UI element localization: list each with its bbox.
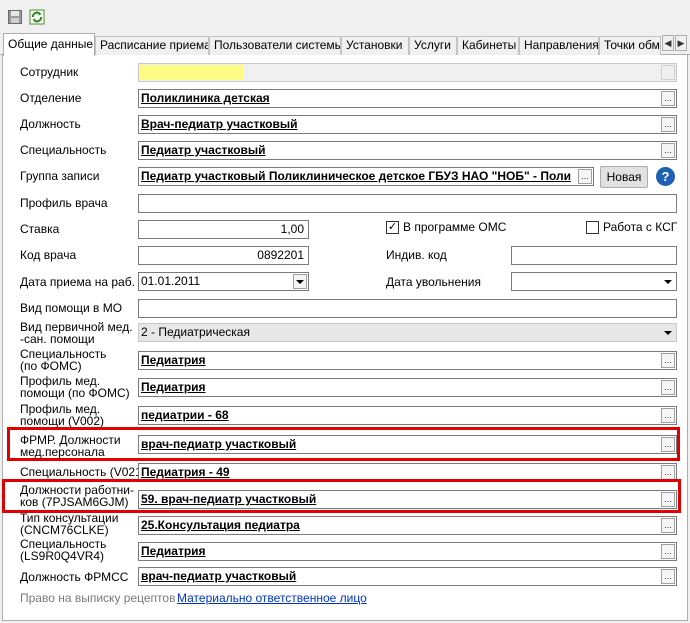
doctor-code-field[interactable]: 0892201 [138, 246, 309, 265]
tab-strip: Общие данные Расписание приема Пользоват… [0, 33, 690, 56]
dismiss-date-label: Дата увольнения [386, 275, 481, 289]
specialty-ellipsis-button[interactable]: ... [661, 143, 675, 158]
spec-foms-label-line2: (по ФОМС) [20, 359, 82, 373]
hire-date-label: Дата приема на раб. [20, 275, 135, 289]
profile-label: Профиль врача [20, 196, 108, 210]
profile-field[interactable] [138, 194, 677, 213]
toolbar [0, 0, 690, 32]
group-label: Группа записи [20, 169, 100, 183]
responsible-person-link[interactable]: Материально ответственное лицо [177, 591, 367, 605]
tab-users[interactable]: Пользователи системы [209, 36, 341, 55]
employee-label: Сотрудник [20, 65, 79, 79]
employee-ellipsis-button [661, 65, 675, 80]
tab-cabinets[interactable]: Кабинеты [457, 36, 519, 55]
ksg-label: Работа с КСГ [603, 220, 678, 234]
tab-settings[interactable]: Установки [341, 36, 409, 55]
spec-ls-label-line2: (LS9R0Q4VR4) [20, 549, 105, 563]
consult-field[interactable]: 25.Консультация педиатра ... [138, 516, 677, 535]
dismiss-date-dropdown-icon[interactable] [661, 274, 675, 289]
frmss-field[interactable]: врач-педиатр участковый ... [138, 567, 677, 586]
hire-date-dropdown-icon[interactable] [293, 274, 307, 289]
help-type-field[interactable] [138, 299, 677, 318]
group-field[interactable]: Педиатр участковый Поликлиническое детск… [138, 167, 594, 186]
department-label: Отделение [20, 91, 82, 105]
department-ellipsis-button[interactable]: ... [661, 91, 675, 106]
profile-v002-field[interactable]: педиатрии - 68 ... [138, 406, 677, 425]
help-type-label: Вид помощи в МО [20, 301, 123, 315]
spec-v021-ellipsis-button[interactable]: ... [661, 465, 675, 480]
highlight-mark [140, 65, 243, 80]
indiv-code-label: Индив. код [386, 248, 447, 262]
consult-label-line2: (CNCM76CLKE) [20, 523, 109, 537]
spec-foms-ellipsis-button[interactable]: ... [661, 353, 675, 368]
position-field[interactable]: Врач-педиатр участковый ... [138, 115, 677, 134]
profile-v002-ellipsis-button[interactable]: ... [661, 408, 675, 423]
spec-ls-ellipsis-button[interactable]: ... [661, 544, 675, 559]
highlight-box-frmr [7, 427, 680, 461]
position-label: Должность [20, 117, 81, 131]
hire-date-field[interactable]: 01.01.2011 [138, 272, 309, 291]
dismiss-date-field[interactable] [511, 272, 677, 291]
employee-field [138, 63, 677, 82]
oms-label: В программе ОМС [403, 220, 507, 234]
primary-care-chevron-down-icon[interactable] [661, 325, 675, 340]
frmss-ellipsis-button[interactable]: ... [661, 569, 675, 584]
oms-checkbox[interactable]: ✓ [386, 221, 399, 234]
primary-care-label-line2: -сан. помощи [20, 332, 95, 346]
tab-services[interactable]: Услуги [409, 36, 457, 55]
ksg-checkbox[interactable] [586, 221, 599, 234]
tab-exchange-points[interactable]: Точки обмє [599, 36, 661, 55]
profile-foms-ellipsis-button[interactable]: ... [661, 380, 675, 395]
tab-scroll-right-icon[interactable]: ▶ [675, 35, 687, 51]
prescription-right-label: Право на выписку рецептов [20, 591, 176, 605]
tab-general[interactable]: Общие данные [3, 33, 95, 56]
group-ellipsis-button[interactable]: ... [578, 169, 592, 184]
help-icon[interactable]: ? [656, 167, 675, 186]
rate-field[interactable]: 1,00 [138, 220, 309, 239]
tab-referrals[interactable]: Направления [519, 36, 599, 55]
profile-foms-label-line2: помощи (по ФОМС) [20, 386, 130, 400]
tab-scroll-left-icon[interactable]: ◀ [662, 35, 674, 51]
department-field[interactable]: Поликлиника детская ... [138, 89, 677, 108]
specialty-field[interactable]: Педиатр участковый ... [138, 141, 677, 160]
spec-foms-field[interactable]: Педиатрия ... [138, 351, 677, 370]
profile-foms-field[interactable]: Педиатрия ... [138, 378, 677, 397]
floppy-disk-icon[interactable] [6, 8, 24, 26]
specialty-label: Специальность [20, 143, 107, 157]
spec-v021-label: Специальность (V021) [20, 465, 146, 479]
primary-care-select[interactable]: 2 - Педиатрическая [138, 323, 677, 342]
highlight-box-workers [2, 479, 681, 513]
tab-schedule[interactable]: Расписание приема [95, 36, 209, 55]
rate-label: Ставка [20, 222, 60, 236]
indiv-code-field[interactable] [511, 246, 677, 265]
frmss-label: Должность ФРМСС [20, 570, 129, 584]
position-ellipsis-button[interactable]: ... [661, 117, 675, 132]
doctor-code-label: Код врача [20, 248, 77, 262]
spec-ls-field[interactable]: Педиатрия ... [138, 542, 677, 561]
new-group-button[interactable]: Новая [600, 166, 648, 188]
refresh-icon[interactable] [28, 8, 46, 26]
consult-ellipsis-button[interactable]: ... [661, 518, 675, 533]
